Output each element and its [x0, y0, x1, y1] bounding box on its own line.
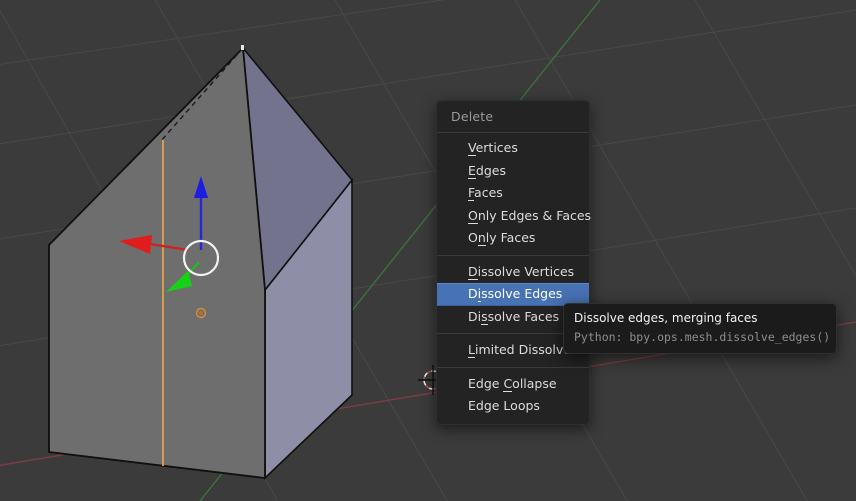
tooltip-description: Dissolve edges, merging faces: [574, 311, 758, 325]
menu-item-only-edges-faces[interactable]: Only Edges & Faces: [437, 205, 591, 228]
3d-viewport[interactable]: [0, 0, 856, 501]
delete-context-menu[interactable]: Delete Vertices Edges Faces Only Edges & Fa…: [436, 100, 591, 425]
mesh-apex-vertex: [241, 45, 244, 50]
menu-separator: [437, 132, 589, 133]
viewport-canvas: [0, 0, 856, 501]
tooltip: Dissolve edges, merging faces Python: bp…: [563, 303, 837, 354]
mesh-face-front-gable: [48, 45, 266, 480]
menu-item-dissolve-vertices[interactable]: Dissolve Vertices: [437, 261, 589, 284]
blender-window: Delete Vertices Edges Faces Only Edges & Fa…: [0, 0, 856, 501]
menu-separator: [437, 366, 589, 368]
menu-item-vertices[interactable]: Vertices: [437, 137, 589, 160]
menu-item-only-faces[interactable]: Only Faces: [437, 227, 589, 250]
menu-item-list: Vertices Edges Faces Only Edges & Faces Only…: [437, 137, 591, 418]
menu-item-edge-loops[interactable]: Edge Loops: [437, 395, 589, 418]
menu-item-faces[interactable]: Faces: [437, 182, 589, 205]
menu-item-edge-collapse[interactable]: Edge Collapse: [437, 373, 589, 396]
menu-title: Delete: [451, 109, 494, 124]
house-mesh[interactable]: [48, 45, 354, 480]
menu-item-edges[interactable]: Edges: [437, 160, 589, 183]
tooltip-python-path: Python: bpy.ops.mesh.dissolve_edges(): [574, 330, 831, 344]
menu-separator: [437, 254, 589, 256]
